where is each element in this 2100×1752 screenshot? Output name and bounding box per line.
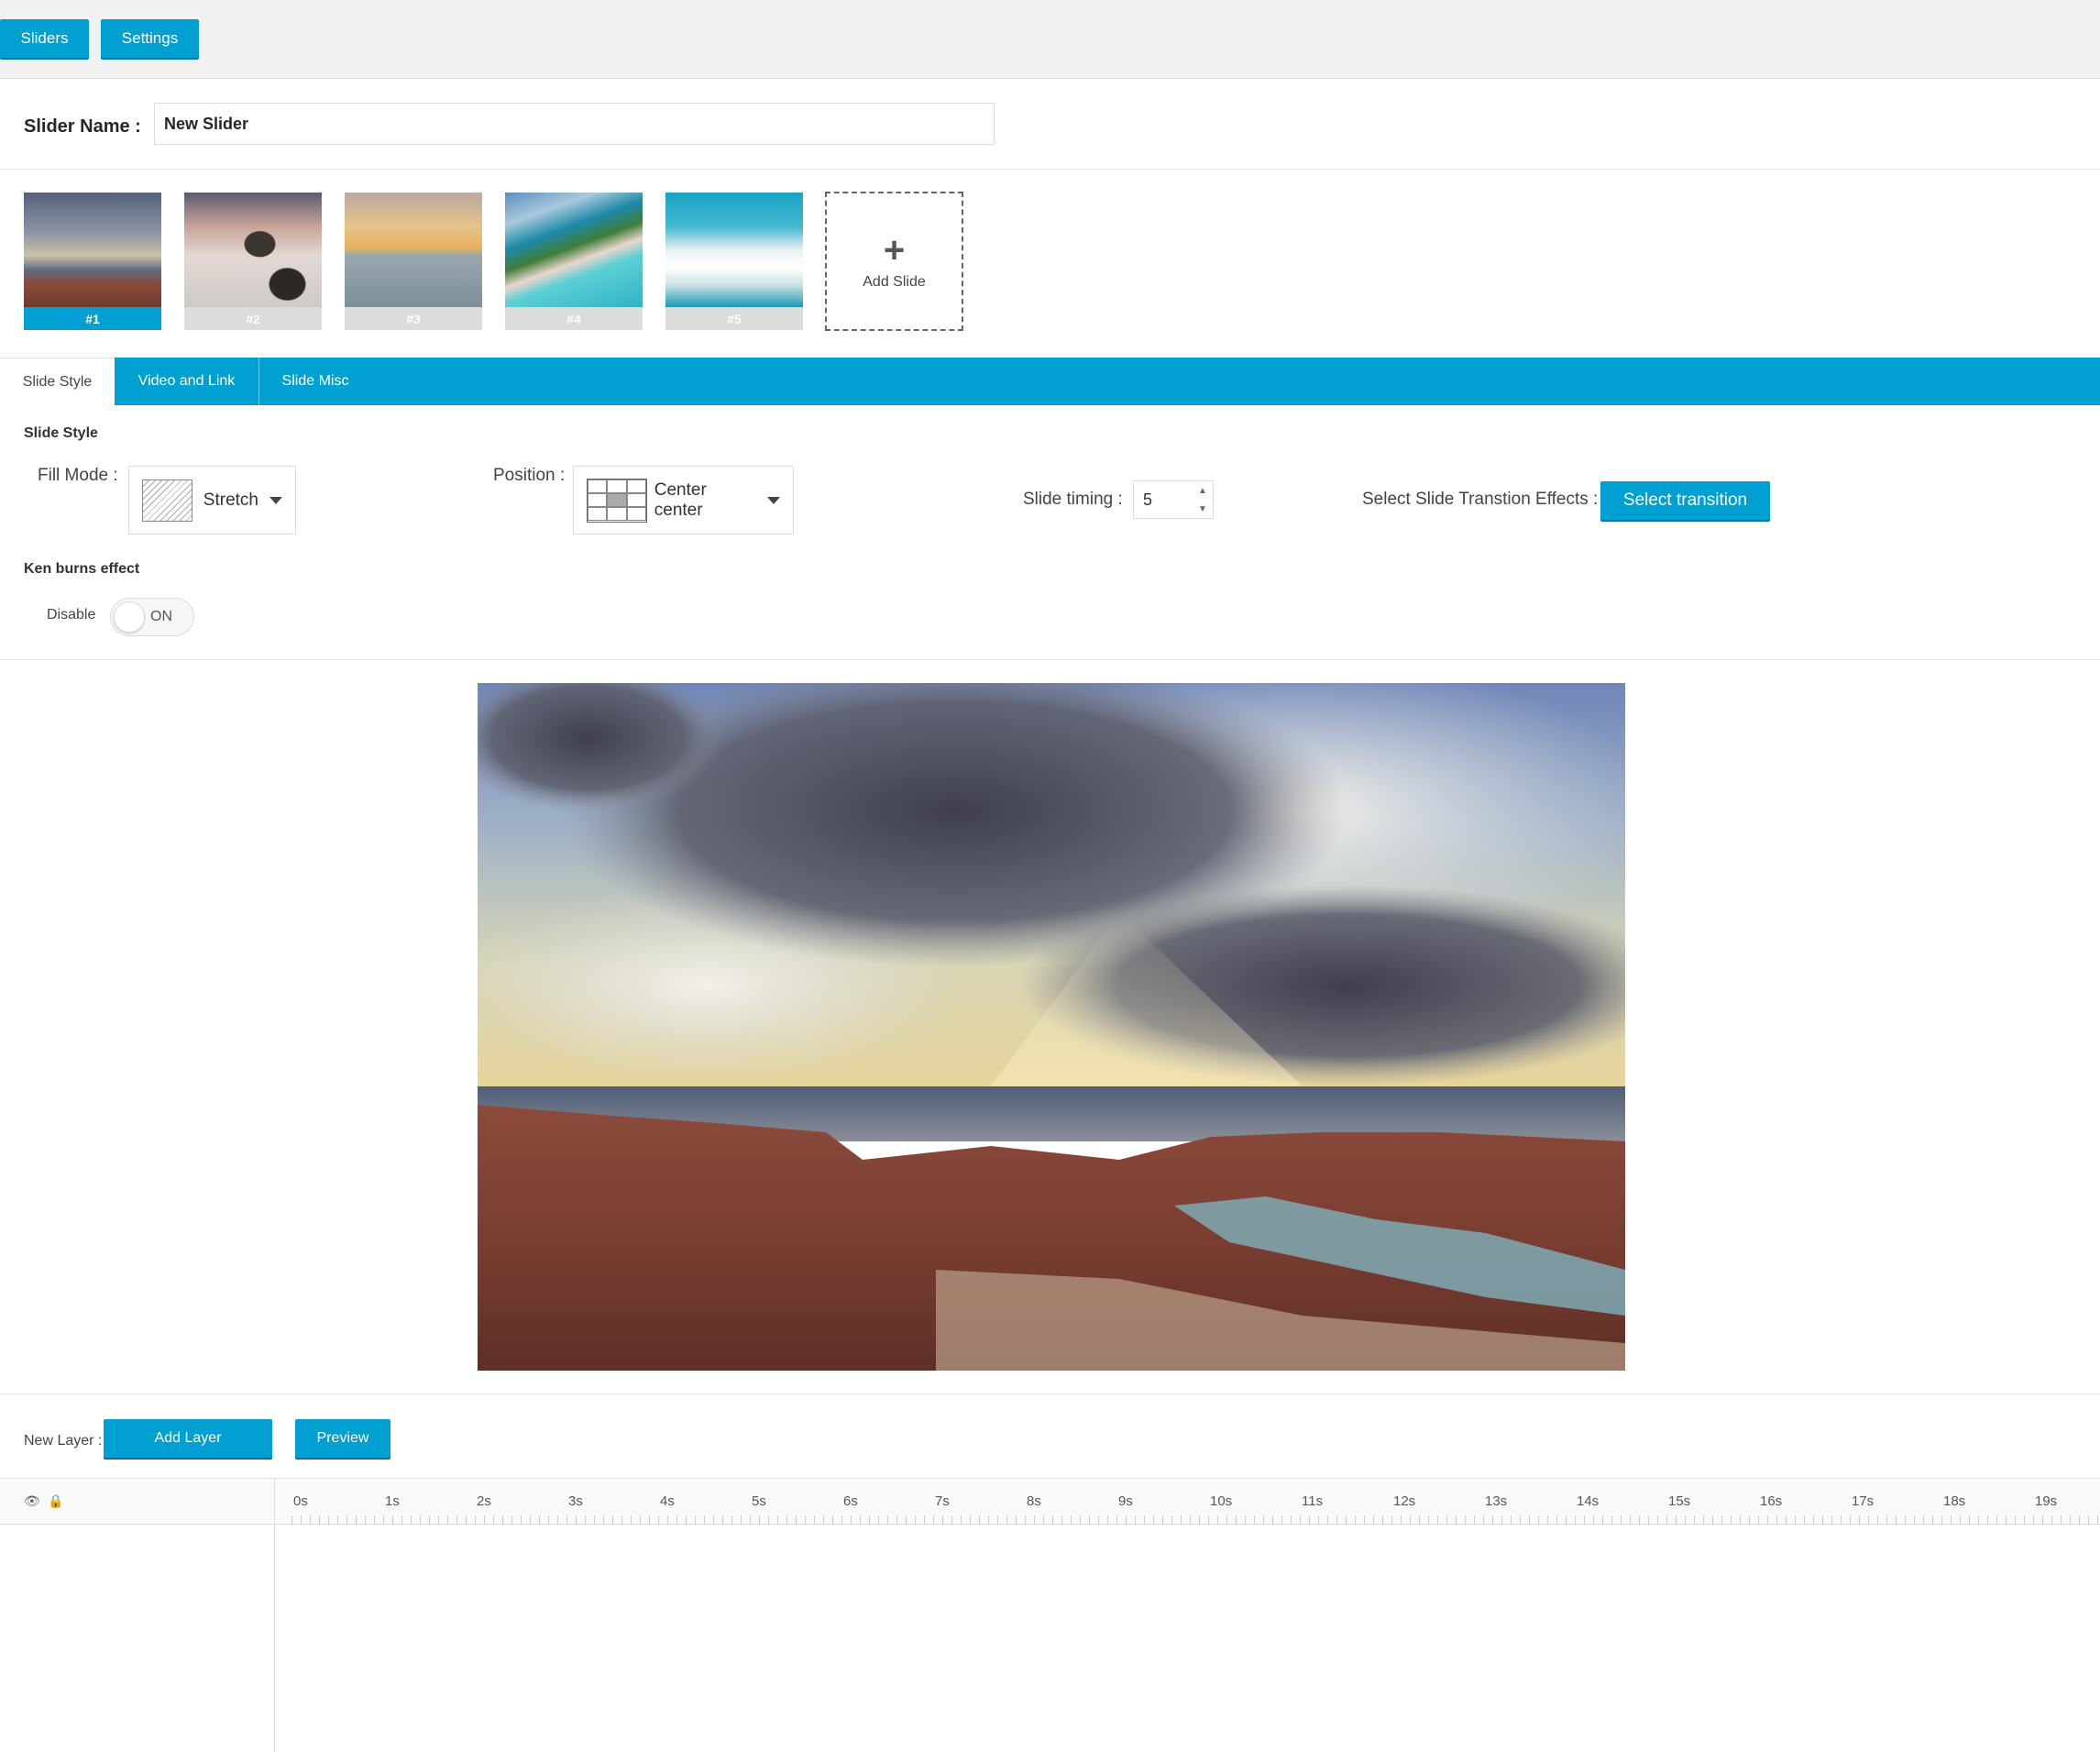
slide-thumbnail-image [24,193,161,307]
timeline-tick-label: 7s [935,1493,950,1509]
slide-style-panel: Slide Style Fill Mode : Stretch Position… [0,405,2100,660]
slide-thumbnail-4[interactable]: #4 [505,193,643,330]
tab-slide-style[interactable]: Slide Style [0,358,115,405]
ken-burns-toggle[interactable]: ON [110,598,194,636]
slide-preview-image [478,683,1625,1371]
slide-thumbnail-image [345,193,482,307]
select-transition-button[interactable]: Select transition [1600,481,1770,520]
timeline-tick-label: 10s [1210,1493,1233,1509]
timeline-tick-label: 2s [477,1493,491,1509]
timeline-tick-label: 19s [2035,1493,2058,1509]
toggle-knob [114,601,145,633]
chevron-down-icon [767,496,780,504]
slide-thumbnail-image [505,193,643,307]
slide-thumbnail-5[interactable]: #5 [665,193,803,330]
slide-preview-area [0,660,2100,1394]
timeline-tick-label: 11s [1302,1493,1324,1509]
slide-timing-input[interactable]: 5 ▲ ▼ [1133,480,1214,519]
timeline-tick-label: 17s [1852,1493,1875,1509]
tab-slide-misc[interactable]: Slide Misc [259,358,371,405]
slide-thumbnail-3[interactable]: #3 [345,193,482,330]
slide-thumbnails: #1 #2 #3 #4 #5 + Add Slide [0,170,2100,358]
sliders-button[interactable]: Sliders [0,19,89,58]
slide-thumbnail-image [665,193,803,307]
add-slide-label: Add Slide [863,274,926,290]
position-dropdown[interactable]: Center center [573,466,794,534]
timeline-tick-label: 4s [660,1493,675,1509]
position-grid-icon [587,478,647,523]
timeline-tick-label: 5s [752,1493,766,1509]
ken-burns-title: Ken burns effect [24,561,140,577]
slide-number: #4 [505,307,643,330]
timeline-tick-label: 18s [1943,1493,1966,1509]
ken-burns-state-label: Disable [47,607,96,623]
fill-mode-label: Fill Mode : [38,466,118,485]
timeline: 👁 🔒 0s 1s 2s 3s 4s 5s 6s 7s 8s 9s 10s 11s 12s 13s 14s 1… [0,1479,2100,1752]
slide-settings-tabs: Slide Style Video and Link Slide Misc [0,358,2100,405]
preview-button[interactable]: Preview [295,1419,390,1458]
slide-timing-value: 5 [1143,490,1153,509]
slide-number: #3 [345,307,482,330]
transition-label: Select Slide Transtion Effects : [1362,490,1599,509]
timeline-tick-label: 3s [568,1493,583,1509]
slide-thumbnail-1[interactable]: #1 [24,193,161,330]
position-value: Center center [654,479,707,520]
new-layer-label: New Layer : [24,1433,103,1449]
timeline-tick-label: 0s [293,1493,308,1509]
layer-list-panel [0,1479,275,1752]
slide-thumbnail-2[interactable]: #2 [184,193,322,330]
slider-name-input[interactable]: New Slider [154,103,995,145]
timeline-tick-label: 9s [1118,1493,1133,1509]
timeline-tick-label: 16s [1760,1493,1783,1509]
add-slide-button[interactable]: + Add Slide [825,192,963,331]
slide-number: #1 [24,307,161,330]
slide-thumbnail-image [184,193,322,307]
timeline-header: 👁 🔒 0s 1s 2s 3s 4s 5s 6s 7s 8s 9s 10s 11s 12s 13s 14s 1… [0,1479,2100,1525]
layer-toolbar: New Layer : Add Layer Preview [0,1394,2100,1479]
timeline-tick-label: 14s [1577,1493,1600,1509]
fill-mode-value: Stretch [203,490,258,510]
toggle-text: ON [150,609,172,624]
timeline-tick-label: 1s [385,1493,400,1509]
stretch-icon [142,479,192,522]
top-bar: Sliders Settings [0,0,2100,79]
slide-timing-label: Slide timing : [1023,490,1123,509]
beach-landscape-image [478,683,1625,1371]
stepper-up-icon[interactable]: ▲ [1193,481,1213,500]
slide-style-title: Slide Style [24,425,98,441]
add-layer-button[interactable]: Add Layer [104,1419,272,1458]
plus-icon: + [883,230,906,270]
chevron-down-icon [269,496,282,504]
timeline-tick-label: 15s [1668,1493,1691,1509]
tab-video-and-link[interactable]: Video and Link [115,358,259,405]
slide-number: #2 [184,307,322,330]
slider-name-row: Slider Name : New Slider [0,79,2100,170]
timeline-ruler [291,1515,2100,1525]
stepper-down-icon[interactable]: ▼ [1193,500,1213,518]
slide-number: #5 [665,307,803,330]
settings-button[interactable]: Settings [101,19,199,58]
timeline-tick-label: 13s [1485,1493,1508,1509]
timeline-tick-label: 12s [1393,1493,1416,1509]
fill-mode-dropdown[interactable]: Stretch [128,466,296,534]
timeline-tick-label: 6s [843,1493,858,1509]
position-label: Position : [493,466,566,485]
slider-name-value: New Slider [164,114,249,133]
timing-stepper[interactable]: ▲ ▼ [1193,481,1213,518]
slider-name-label: Slider Name : [24,116,141,137]
timeline-tick-label: 8s [1027,1493,1041,1509]
